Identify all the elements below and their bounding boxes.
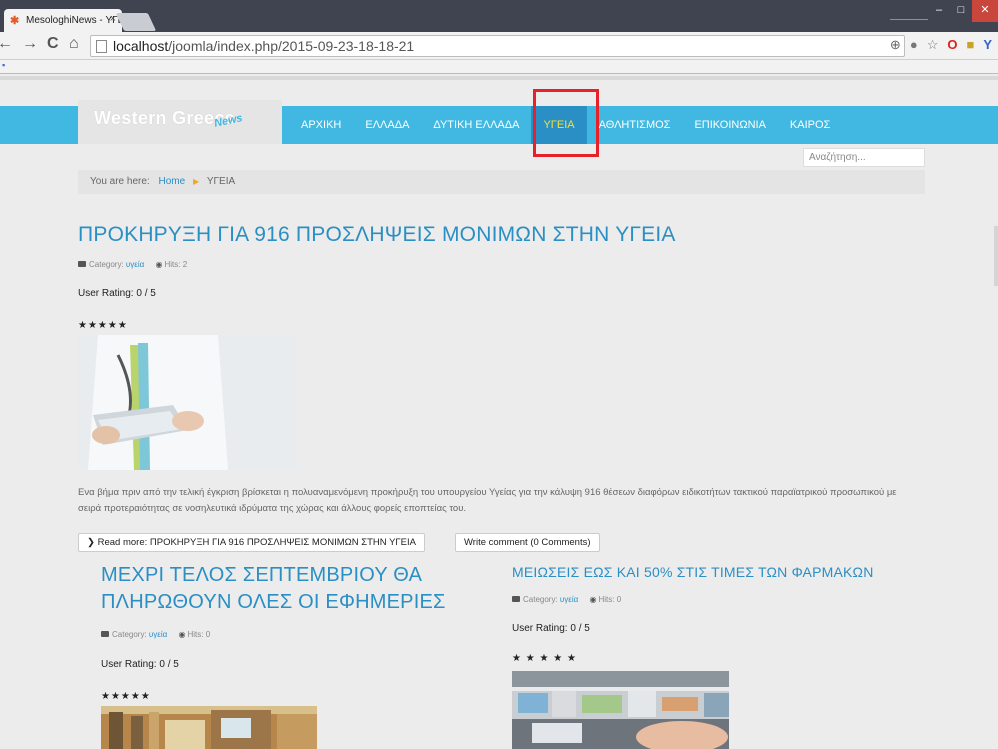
right-article-image-pharmacy[interactable] (512, 671, 729, 749)
eye-icon: ◉ (155, 260, 163, 269)
browser-tabbar: ✱ MesologhiNews - ΥΓΕΙΑ × – □ ✕ (0, 0, 998, 32)
url-host: localhost (113, 38, 169, 54)
right-article-meta: Category: υγεία ◉ Hits: 0 (512, 595, 621, 604)
minimize-button[interactable]: – (928, 0, 950, 22)
article-meta: Category: υγεία ◉ Hits: 2 (78, 260, 187, 269)
folder-icon (101, 631, 109, 637)
tab-close-icon[interactable]: × (110, 13, 116, 25)
lightbulb-icon[interactable]: ● (910, 37, 918, 53)
breadcrumb-current: ΥΓΕΙΑ (206, 176, 236, 187)
hits-count: Hits: 0 (187, 630, 211, 639)
right-user-rating: User Rating: 0 / 5 (512, 623, 590, 634)
forward-arrow-icon[interactable]: → (22, 35, 38, 53)
window-controls: – □ ✕ (928, 0, 998, 22)
address-toolbar: ← → C ⌂ localhost/joomla/index.php/2015-… (0, 32, 998, 60)
menu-item-contact[interactable]: ΕΠΙΚΟΙΝΩΝΙΑ (682, 106, 777, 144)
bookmark-icon[interactable]: ▪ (2, 60, 5, 70)
breadcrumb-home-link[interactable]: Home (158, 176, 185, 187)
menu-item-western-greece[interactable]: ΔΥΤΙΚΗ ΕΛΛΑΔΑ (421, 106, 531, 144)
top-strip (0, 76, 998, 80)
category-label: Category: (89, 260, 124, 269)
url-path: /joomla/index.php/2015-09-23-18-18-21 (168, 38, 415, 54)
user-rating: User Rating: 0 / 5 (78, 288, 156, 299)
search-input[interactable]: Αναζήτηση... (803, 148, 925, 167)
url-input[interactable]: localhost/joomla/index.php/2015-09-23-18… (90, 35, 905, 57)
left-article-meta: Category: υγεία ◉ Hits: 0 (101, 630, 210, 639)
web-page: Western Greece News ΑΡΧΙΚΗ ΕΛΛΑΔΑ ΔΥΤΙΚΗ… (0, 76, 998, 749)
right-rating-stars[interactable]: ★ ★ ★ ★ ★ (512, 653, 577, 664)
maximize-button[interactable]: □ (950, 0, 972, 22)
home-icon[interactable]: ⌂ (69, 35, 79, 53)
extension-icon[interactable]: ■ (966, 37, 974, 53)
menu-item-sports[interactable]: ΑΘΛΗΤΙΣΜΟΣ (587, 106, 683, 144)
category-label: Category: (112, 630, 147, 639)
category-link[interactable]: υγεία (560, 595, 578, 604)
breadcrumb-prefix: You are here: (90, 176, 150, 187)
highlight-box (533, 89, 599, 157)
category-link[interactable]: υγεία (126, 260, 144, 269)
folder-icon (78, 261, 86, 267)
right-article-title-link[interactable]: ΜΕΙΩΣΕΙΣ ΕΩΣ ΚΑΙ 50% ΣΤΙΣ ΤΙΜΕΣ ΤΩΝ ΦΑΡΜ… (512, 562, 932, 582)
menu-item-greece[interactable]: ΕΛΛΑΔΑ (353, 106, 421, 144)
read-more-label: Read more: ΠΡΟΚΗΡΥΞΗ ΓΙΑ 916 ΠΡΟΣΛΗΨΕΙΣ … (97, 537, 416, 548)
write-comment-button[interactable]: Write comment (0 Comments) (455, 533, 600, 552)
hospital-illustration (101, 706, 317, 749)
article-image-doctor[interactable] (78, 335, 296, 470)
site-logo[interactable]: Western Greece News (78, 100, 282, 144)
bookmark-star-icon[interactable]: ☆ (927, 37, 939, 53)
hits-count: Hits: 0 (598, 595, 622, 604)
browser-tab[interactable]: ✱ MesologhiNews - ΥΓΕΙΑ × (4, 9, 122, 32)
category-link[interactable]: υγεία (149, 630, 167, 639)
read-more-button[interactable]: ❯ Read more: ΠΡΟΚΗΡΥΞΗ ΓΙΑ 916 ΠΡΟΣΛΗΨΕΙ… (78, 533, 425, 552)
breadcrumb-separator-icon: ▶ (192, 177, 200, 186)
menu-item-home[interactable]: ΑΡΧΙΚΗ (289, 106, 353, 144)
opera-icon[interactable]: O (947, 37, 957, 53)
hits-count: Hits: 2 (164, 260, 188, 269)
close-window-button[interactable]: ✕ (972, 0, 998, 22)
left-rating-stars[interactable]: ★★★★★ (101, 691, 151, 702)
left-user-rating: User Rating: 0 / 5 (101, 659, 179, 670)
category-label: Category: (523, 595, 558, 604)
breadcrumb: You are here: Home ▶ ΥΓΕΙΑ (78, 170, 925, 194)
menu-item-weather[interactable]: ΚΑΙΡΟΣ (778, 106, 842, 144)
page-icon (96, 40, 107, 53)
article-intro-text: Ενα βήμα πριν από την τελική έγκριση βρί… (78, 487, 897, 514)
folder-icon (512, 596, 520, 602)
left-article-image-hospital[interactable] (101, 706, 317, 749)
extension-icons: ⊕ ● ☆ O ■ Y (890, 37, 992, 53)
profile-button[interactable] (890, 6, 928, 20)
tab-title: MesologhiNews - ΥΓΕΙΑ (26, 15, 122, 26)
yahoo-icon[interactable]: Y (983, 37, 992, 53)
chevron-right-icon: ❯ (87, 537, 98, 548)
eye-icon: ◉ (178, 630, 186, 639)
eye-icon: ◉ (589, 595, 597, 604)
doctor-illustration (78, 335, 296, 470)
zoom-icon[interactable]: ⊕ (890, 37, 901, 53)
pharmacy-illustration (512, 671, 729, 749)
bookmarks-bar: ▪ (0, 60, 998, 74)
rating-stars[interactable]: ★★★★★ (78, 320, 128, 331)
reload-icon[interactable]: C (47, 35, 59, 53)
joomla-icon: ✱ (10, 15, 20, 27)
article-title-link[interactable]: ΠΡΟΚΗΡΥΞΗ ΓΙΑ 916 ΠΡΟΣΛΗΨΕΙΣ ΜΟΝΙΜΩΝ ΣΤΗ… (78, 222, 918, 248)
scrollbar[interactable] (994, 226, 998, 286)
back-arrow-icon[interactable]: ← (0, 35, 13, 53)
left-article-title-link[interactable]: ΜΕΧΡΙ ΤΕΛΟΣ ΣΕΠΤΕΜΒΡΙΟΥ ΘΑ ΠΛΗΡΩΘΟΥΝ ΟΛΕ… (101, 562, 481, 616)
